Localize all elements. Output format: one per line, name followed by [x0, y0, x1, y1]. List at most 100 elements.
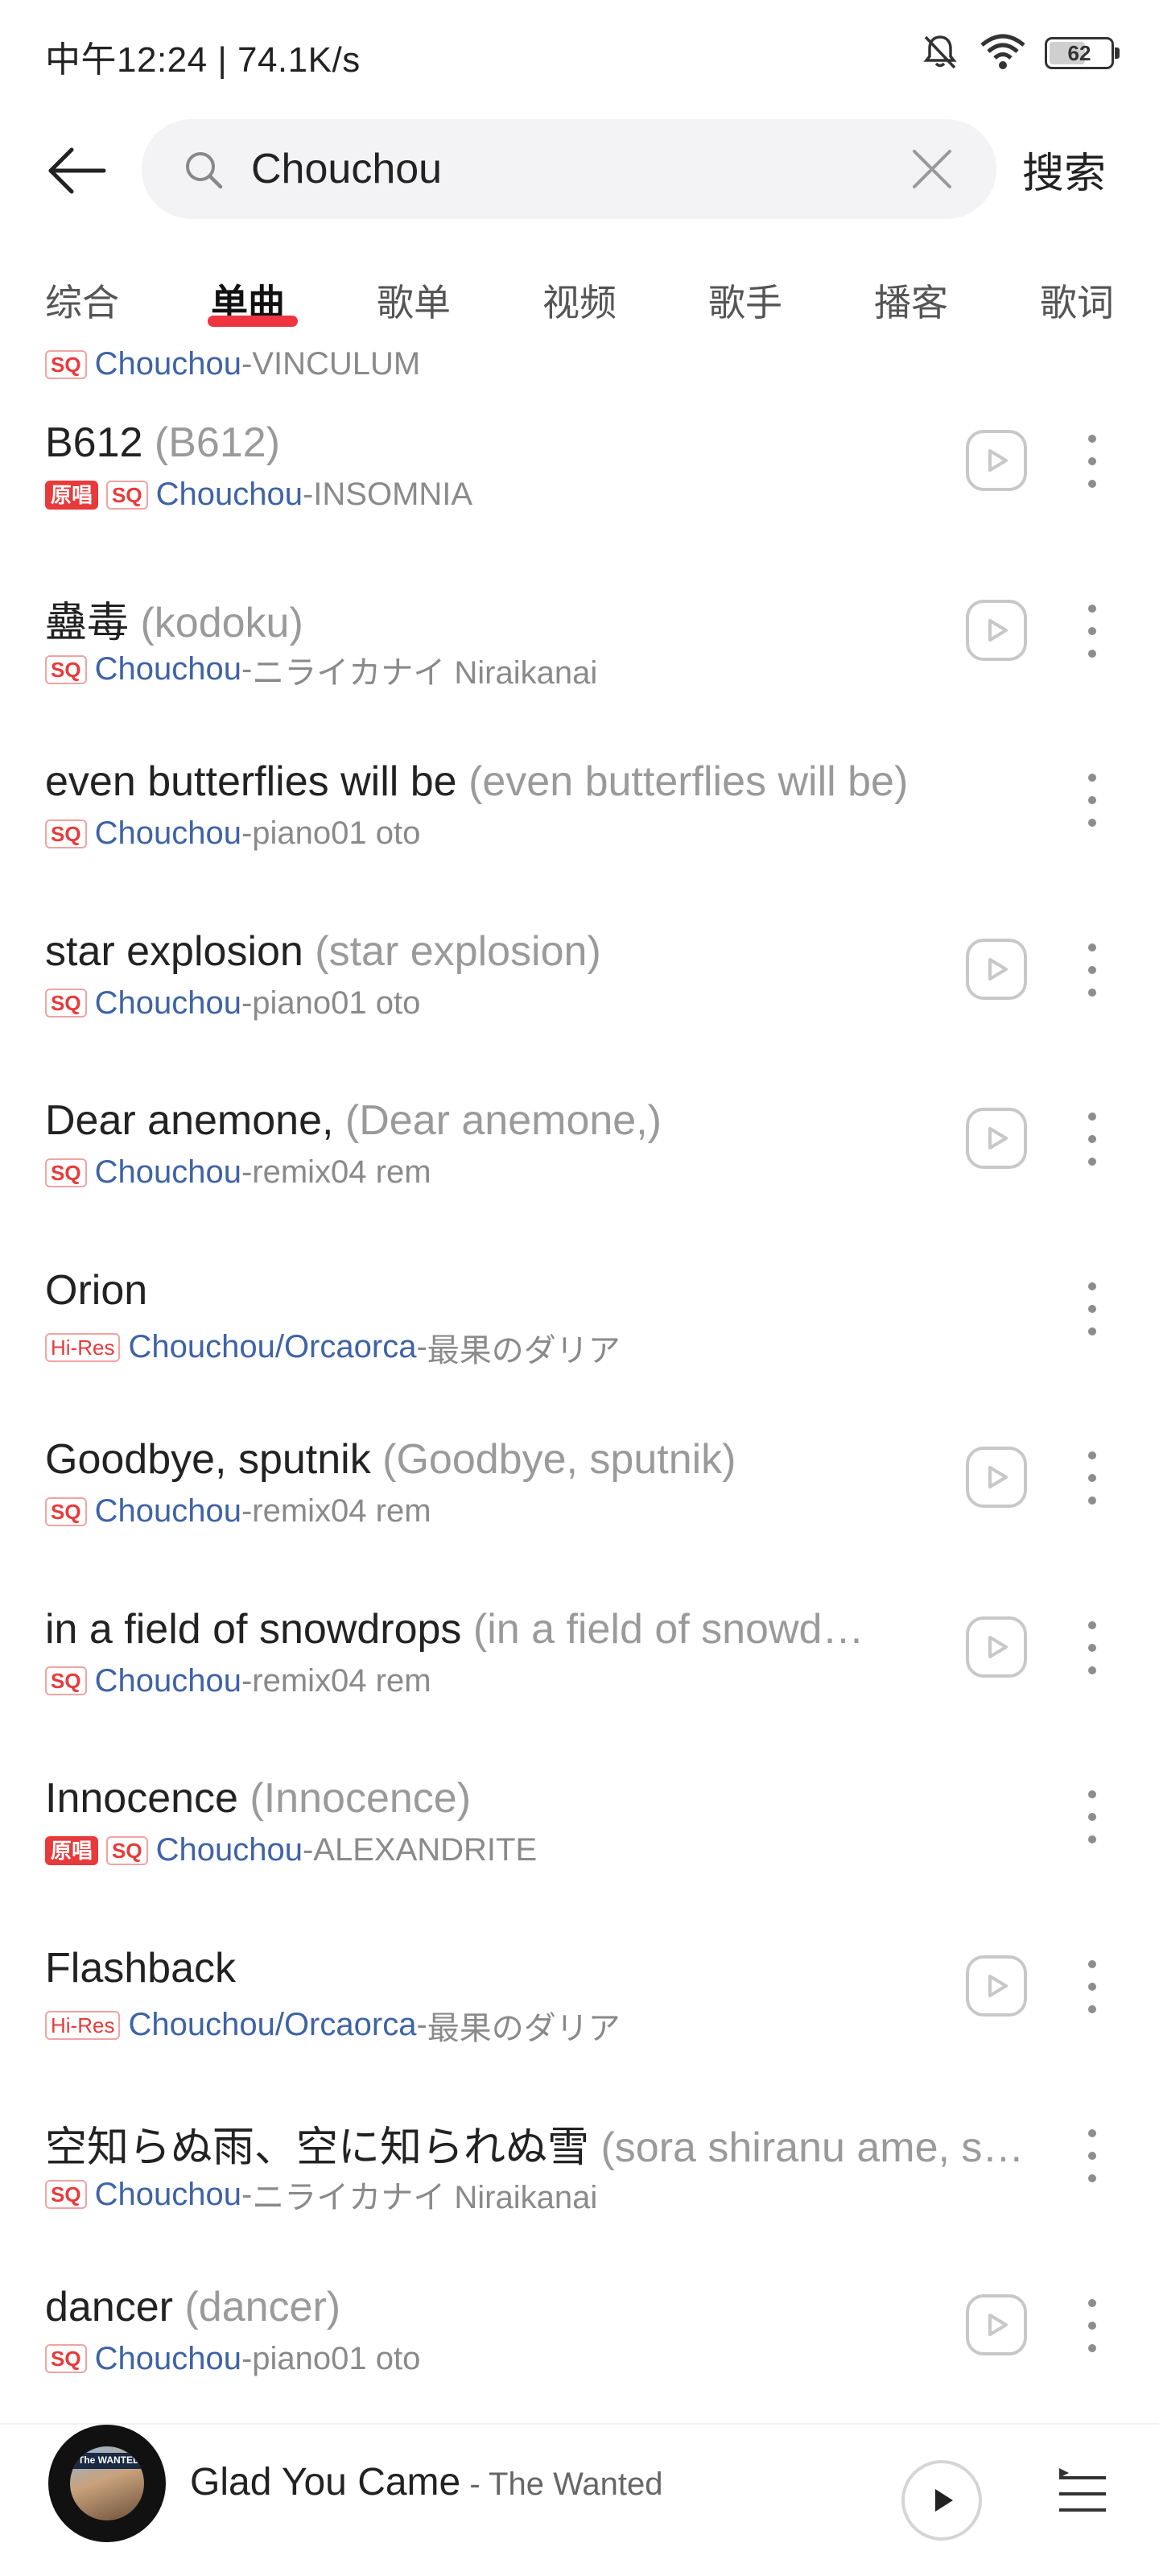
- more-options-button[interactable]: [1072, 597, 1112, 666]
- more-vertical-icon-dot: [1088, 1158, 1096, 1166]
- search-submit-button[interactable]: 搜索: [1022, 139, 1106, 200]
- song-artist[interactable]: Chouchou: [128, 1329, 274, 1365]
- song-title: Innocence (Innocence): [45, 1774, 471, 1823]
- more-options-button[interactable]: [1072, 1952, 1112, 2021]
- tab-artists[interactable]: 歌手: [708, 274, 782, 327]
- search-box[interactable]: [142, 119, 996, 219]
- search-input[interactable]: [251, 119, 895, 219]
- mv-play-button[interactable]: [966, 1955, 1027, 2017]
- song-row[interactable]: B612 (B612) 原唱 SQ Chouchou - INSOMNIA: [0, 380, 1159, 549]
- song-meta: 原唱 SQ Chouchou - INSOMNIA: [45, 477, 472, 513]
- song-row[interactable]: star explosion (star explosion) SQ Choucho…: [0, 889, 1159, 1058]
- song-artist[interactable]: Chouchou: [95, 1493, 241, 1530]
- tab-videos[interactable]: 视频: [542, 274, 617, 327]
- tab-lyrics[interactable]: 歌词: [1040, 274, 1114, 327]
- song-artist-secondary[interactable]: /Orcaorca: [275, 2007, 417, 2043]
- song-artist-secondary[interactable]: /Orcaorca: [275, 1329, 417, 1365]
- mv-play-button[interactable]: [966, 430, 1027, 491]
- album-disc[interactable]: The WANTED: [48, 2425, 166, 2542]
- more-options-button[interactable]: [1072, 1782, 1112, 1852]
- more-options-button[interactable]: [1072, 1443, 1112, 1513]
- song-row[interactable]: dancer (dancer) SQ Chouchou - piano01 oto: [0, 2244, 1159, 2413]
- song-row[interactable]: 蠱毒 (kodoku) SQ Chouchou - ニライカナイ Niraikana…: [0, 550, 1159, 719]
- song-meta: SQ Chouchou - piano01 oto: [45, 2341, 420, 2377]
- play-icon: [935, 2489, 953, 2512]
- song-meta: SQ Chouchou - remix04 rem: [45, 1663, 431, 1699]
- song-alt-title: (star explosion): [315, 927, 601, 975]
- mv-play-button[interactable]: [966, 2293, 1027, 2355]
- song-artist[interactable]: Chouchou: [95, 985, 241, 1022]
- mv-play-button[interactable]: [966, 599, 1027, 661]
- song-row[interactable]: even butterflies will be (even butterfli…: [0, 719, 1159, 888]
- song-row[interactable]: Dear anemone, (Dear anemone,) SQ Chouchou …: [0, 1058, 1159, 1227]
- song-row[interactable]: Innocence (Innocence) 原唱 SQ Chouchou - ALEX…: [0, 1736, 1159, 1905]
- now-playing[interactable]: Glad You Came - The Wanted: [190, 2460, 662, 2504]
- song-artist[interactable]: Chouchou: [95, 1663, 241, 1699]
- meta-separator: -: [241, 346, 253, 382]
- song-row[interactable]: Goodbye, sputnik (Goodbye, sputnik) SQ Cho…: [0, 1397, 1159, 1566]
- sq-badge: SQ: [106, 480, 148, 510]
- tab-playlists[interactable]: 歌单: [377, 274, 451, 327]
- mv-play-button[interactable]: [966, 1447, 1027, 1508]
- back-button[interactable]: [40, 134, 113, 207]
- more-vertical-icon-dot: [1088, 2298, 1096, 2307]
- more-options-button[interactable]: [1072, 1274, 1112, 1344]
- song-meta: SQ Chouchou - VINCULUM: [45, 346, 420, 382]
- meta-separator: -: [241, 815, 253, 851]
- song-artist[interactable]: Chouchou: [156, 477, 303, 513]
- more-options-button[interactable]: [1072, 766, 1112, 835]
- tab-all[interactable]: 综合: [45, 274, 119, 327]
- song-artist[interactable]: Chouchou: [156, 1832, 303, 1868]
- song-artist[interactable]: Chouchou: [95, 1154, 241, 1191]
- playlist-icon[interactable]: [1054, 2465, 1111, 2521]
- meta-separator: -: [416, 1329, 427, 1364]
- meta-separator: -: [241, 2340, 253, 2376]
- song-row[interactable]: 空知らぬ雨、空に知られぬ雪 (sora shiranu ame, s… SQ Cho…: [0, 2074, 1159, 2244]
- more-options-button[interactable]: [1072, 935, 1112, 1005]
- status-time-speed: 中午12:24 | 74.1K/s: [45, 40, 361, 80]
- meta-separator: -: [241, 1493, 253, 1529]
- close-icon[interactable]: [908, 145, 956, 193]
- more-vertical-icon-dot: [1088, 1666, 1096, 1674]
- play-icon: [988, 1127, 1008, 1150]
- song-row[interactable]: Orion Hi-Res Chouchou/Orcaorca - 最果のダリア: [0, 1228, 1159, 1397]
- more-options-button[interactable]: [1072, 1104, 1112, 1174]
- song-album: 最果のダリア: [427, 1332, 621, 1368]
- sq-badge: SQ: [45, 819, 87, 848]
- song-album: ニライカナイ Niraikanai: [252, 654, 598, 691]
- more-vertical-icon-dot: [1088, 796, 1096, 804]
- more-options-button[interactable]: [1072, 2291, 1112, 2360]
- mini-player[interactable]: The WANTED Glad You Came - The Wanted: [0, 2423, 1159, 2576]
- song-title-text: star explosion: [45, 927, 303, 975]
- mv-play-button[interactable]: [966, 938, 1027, 1000]
- play-icon: [988, 1466, 1008, 1488]
- mv-play-button[interactable]: [966, 1108, 1027, 1169]
- more-vertical-icon-dot: [1088, 1451, 1096, 1459]
- song-artist[interactable]: Chouchou: [95, 651, 241, 687]
- tab-podcasts[interactable]: 播客: [874, 274, 948, 327]
- sq-badge: SQ: [45, 989, 87, 1018]
- more-vertical-icon-dot: [1088, 1835, 1096, 1843]
- hi-res-badge: Hi-Res: [45, 1332, 121, 1362]
- meta-separator: -: [416, 2007, 427, 2042]
- more-options-button[interactable]: [1072, 1613, 1112, 1682]
- song-artist[interactable]: Chouchou: [95, 2177, 241, 2213]
- song-title: 空知らぬ雨、空に知られぬ雪 (sora shiranu ame, s…: [45, 2113, 1024, 2174]
- mv-play-button[interactable]: [966, 1616, 1027, 1678]
- original-badge: 原唱: [45, 480, 99, 510]
- song-album: remix04 rem: [252, 1493, 431, 1529]
- song-artist[interactable]: Chouchou: [128, 2007, 274, 2043]
- more-options-button[interactable]: [1072, 427, 1112, 496]
- more-options-button[interactable]: [1072, 2121, 1112, 2190]
- song-artist[interactable]: Chouchou: [95, 815, 241, 852]
- player-play-button[interactable]: [901, 2460, 982, 2541]
- more-vertical-icon-dot: [1088, 1959, 1096, 1968]
- song-artist[interactable]: Chouchou: [95, 2341, 241, 2377]
- song-alt-title: (dancer): [184, 2283, 341, 2330]
- more-vertical-icon-dot: [1088, 1790, 1096, 1798]
- song-artist[interactable]: Chouchou: [95, 346, 241, 382]
- song-row[interactable]: in a field of snowdrops (in a field of s…: [0, 1567, 1159, 1736]
- more-options-button[interactable]: [1072, 346, 1112, 362]
- song-row[interactable]: Flashback Hi-Res Chouchou/Orcaorca - 最果のダリ…: [0, 1905, 1159, 2074]
- album-art-text: The WANTED: [78, 2454, 140, 2466]
